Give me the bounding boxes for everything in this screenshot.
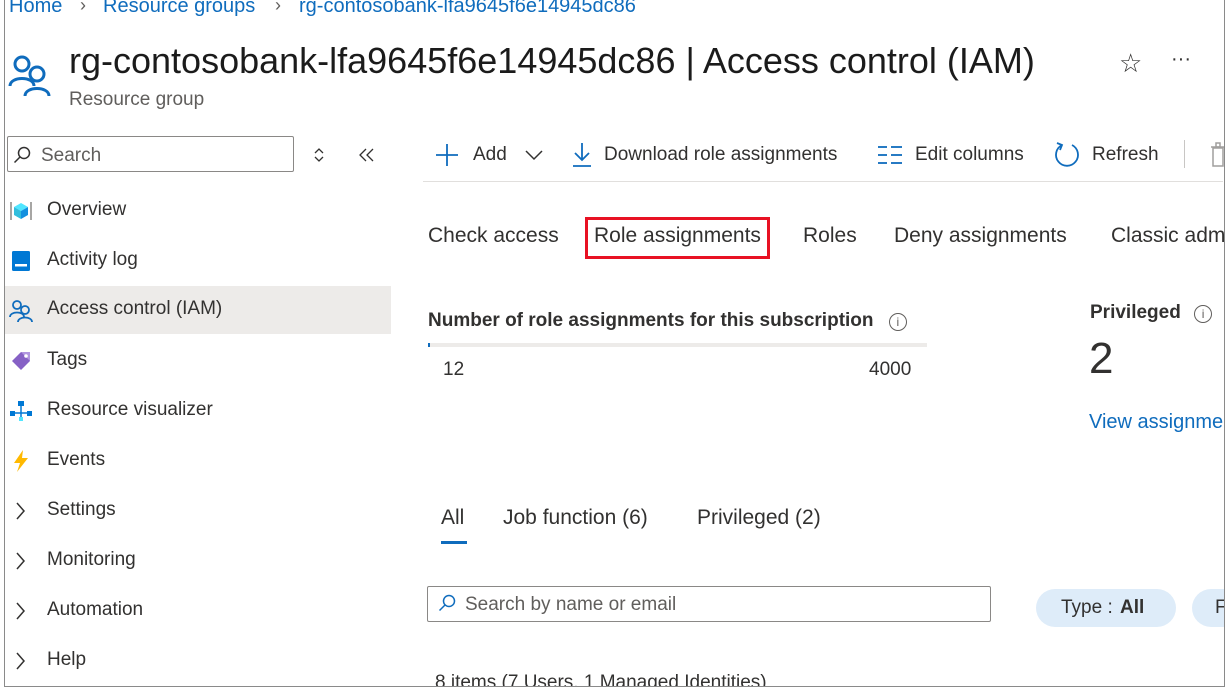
filter-tab-all[interactable]: All [441,506,464,530]
toolbar-rule [423,181,1223,182]
sidebar-item-label: Activity log [47,249,138,270]
role-assignments-count-title: Number of role assignments for this subs… [428,310,907,332]
people-icon [8,55,51,97]
chevron-down-icon [525,150,543,161]
tab-classic-administrators[interactable]: Classic adm [1111,224,1224,248]
refresh-icon [1055,142,1079,167]
page-title: rg-contosobank-lfa9645f6e14945dc86 | Acc… [69,40,1035,81]
sidebar-item-label: Help [47,649,87,670]
current-count: 12 [443,359,465,380]
refresh-label: Refresh [1092,144,1159,165]
info-icon[interactable]: i [1194,305,1213,323]
privileged-count: 2 [1089,334,1114,383]
favorite-star-icon[interactable]: ☆ [1119,48,1142,79]
privileged-title: Privileged i [1090,302,1213,324]
view-assignments-link[interactable]: View assignme [1089,411,1223,434]
chevron-right-icon [16,502,25,520]
info-icon[interactable]: i [888,313,907,331]
edit-columns-button[interactable]: Edit columns [877,140,1037,170]
sidebar-item-label: Events [47,449,106,470]
type-filter-pill[interactable]: Type : All [1036,589,1176,627]
sidebar-group-automation[interactable]: Automation [5,587,391,635]
chevron-right-icon [16,552,25,570]
stat-title-text: Number of role assignments for this subs… [428,310,874,331]
type-filter-label: Type : [1061,597,1113,618]
chevron-right-icon [16,652,25,670]
tab-roles[interactable]: Roles [803,224,857,248]
type-filter-value: All [1120,597,1145,618]
columns-icon [878,146,902,164]
refresh-button[interactable]: Refresh [1053,140,1173,170]
toolbar-divider [1184,140,1185,168]
sidebar-item-overview[interactable]: Overview [5,187,391,235]
plus-icon [436,144,458,166]
edit-columns-label: Edit columns [915,144,1024,165]
page-subtitle: Resource group [69,89,205,110]
download-icon [573,143,591,167]
cube-icon [10,202,32,220]
filter-tab-privileged[interactable]: Privileged (2) [697,506,821,530]
chevron-right-icon: › [80,0,86,15]
sidebar-item-label: Monitoring [47,549,136,570]
sidebar-item-label: Tags [47,349,88,370]
sidebar-search-placeholder: Search [41,145,102,166]
tag-icon [12,352,30,370]
highlight-box [585,217,770,259]
app-frame: Home › Resource groups › rg-contosobank-… [4,0,1225,687]
sidebar-item-label: Resource visualizer [47,399,213,420]
breadcrumb-resource-groups[interactable]: Resource groups [103,0,255,18]
usage-bar-track [428,343,927,347]
delete-icon[interactable] [1209,142,1225,168]
add-button[interactable]: Add [433,140,573,170]
chevron-right-icon: › [275,0,281,15]
tab-check-access[interactable]: Check access [428,224,559,248]
next-filter-label: F [1215,597,1224,619]
filter-tab-job-function[interactable]: Job function (6) [503,506,648,530]
visualizer-icon [10,401,32,421]
download-role-assignments-button[interactable]: Download role assignments [569,140,859,170]
sidebar-item-activity-log[interactable]: Activity log [5,237,391,285]
sidebar-item-label: Settings [47,499,116,520]
sidebar-item-label: Overview [47,199,127,220]
search-icon [438,594,456,612]
sidebar-item-resource-visualizer[interactable]: Resource visualizer [5,387,391,435]
sidebar-item-access-control[interactable]: Access control (IAM) [5,286,391,334]
selected-tab-underline [441,541,467,544]
sort-updown-icon[interactable] [312,147,326,163]
lightning-icon [14,450,28,472]
sidebar-item-label: Automation [47,599,144,620]
sidebar-group-monitoring[interactable]: Monitoring [5,537,391,585]
sidebar-group-settings[interactable]: Settings [5,487,391,535]
chevron-right-icon [16,602,25,620]
tab-deny-assignments[interactable]: Deny assignments [894,224,1067,248]
limit-count: 4000 [869,359,912,380]
sidebar-item-label: Access control (IAM) [47,298,223,319]
next-filter-pill[interactable]: F [1192,589,1224,627]
search-by-name-placeholder: Search by name or email [465,594,677,615]
sidebar-group-help[interactable]: Help [5,637,391,685]
privileged-title-text: Privileged [1090,302,1181,323]
people-icon [9,300,33,322]
items-summary: 8 items (7 Users, 1 Managed Identities) [435,672,767,687]
breadcrumb-resource-group[interactable]: rg-contosobank-lfa9645f6e14945dc86 [299,0,636,18]
sidebar-item-tags[interactable]: Tags [5,337,391,385]
add-label: Add [473,144,507,165]
search-icon [13,146,31,164]
download-label: Download role assignments [604,144,838,165]
sidebar-item-events[interactable]: Events [5,437,391,485]
more-actions-icon[interactable]: ··· [1171,48,1191,71]
breadcrumb-home[interactable]: Home [9,0,62,18]
collapse-double-chevron-icon[interactable] [358,147,376,163]
activity-log-icon [12,251,30,271]
usage-bar-fill [428,343,430,347]
